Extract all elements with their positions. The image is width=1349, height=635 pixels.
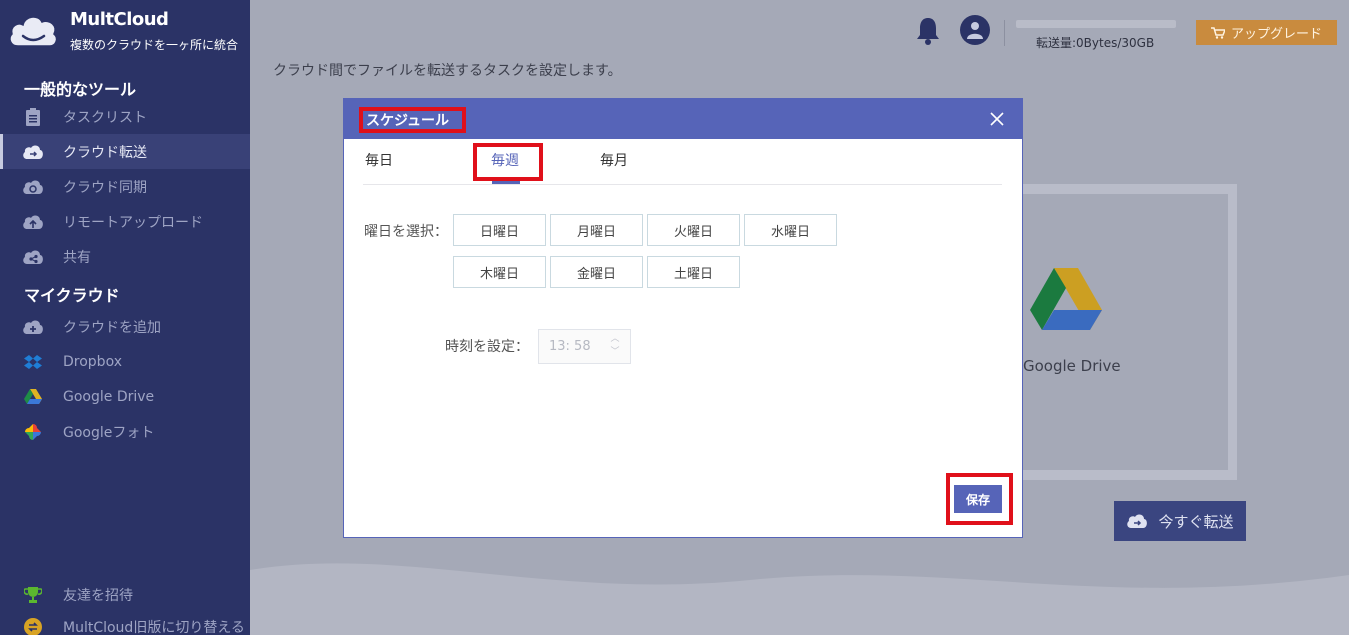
chevron-down-icon[interactable]: ﹀: [610, 346, 620, 359]
target-cloud-card-inner: [1018, 194, 1228, 470]
close-icon[interactable]: [988, 110, 1006, 128]
sidebar-item-add-cloud[interactable]: クラウドを追加: [0, 309, 250, 344]
target-cloud-card[interactable]: [1010, 184, 1237, 480]
section-title-clouds: マイクラウド: [24, 286, 120, 305]
sidebar-item-google-drive[interactable]: Google Drive: [0, 379, 250, 414]
brand-name: MultCloud: [70, 9, 169, 30]
sidebar-item-google-photos[interactable]: Googleフォト: [0, 414, 250, 449]
transfer-now-button[interactable]: 今すぐ転送: [1114, 501, 1246, 541]
quota-progress-bar: [1016, 20, 1176, 28]
google-drive-icon: [1030, 268, 1102, 330]
save-button[interactable]: 保存: [954, 485, 1002, 513]
tab-monthly[interactable]: 毎月: [600, 150, 628, 170]
share-icon: [22, 248, 44, 266]
google-photos-icon: [22, 423, 44, 441]
user-icon: [967, 22, 983, 39]
cloud-transfer-icon: [22, 143, 44, 161]
trophy-icon: [22, 586, 44, 604]
sidebar: MultCloud 複数のクラウドを一ヶ所に統合 一般的なツール タスクリスト …: [0, 0, 250, 635]
sidebar-item-dropbox[interactable]: Dropbox: [0, 344, 250, 379]
user-avatar[interactable]: [960, 15, 990, 45]
cloud-upload-icon: [22, 213, 44, 231]
sidebar-item-share[interactable]: 共有: [0, 239, 250, 274]
weekday-label: 曜日を選択：: [364, 224, 448, 240]
sidebar-item-cloud-sync[interactable]: クラウド同期: [0, 169, 250, 204]
time-input[interactable]: 13: 58 ︿ ﹀: [538, 329, 631, 364]
quota-text: 転送量:0Bytes/30GB: [1036, 36, 1155, 50]
cloud-transfer-icon: [1127, 514, 1148, 528]
google-drive-icon: [22, 388, 44, 406]
dialog-header: スケジュール: [344, 99, 1022, 139]
tab-daily[interactable]: 毎日: [365, 150, 393, 170]
day-button-saturday[interactable]: 土曜日: [647, 256, 740, 288]
schedule-dialog: スケジュール 毎日 毎週 毎月 曜日を選択： 日曜日 月曜日 火曜日 水曜日 木…: [343, 98, 1023, 538]
clipboard-icon: [22, 107, 44, 126]
time-value: 13: 58: [549, 339, 591, 354]
time-label: 時刻を設定：: [445, 339, 529, 355]
brand-tagline: 複数のクラウドを一ヶ所に統合: [70, 38, 239, 52]
add-cloud-icon: [22, 318, 44, 336]
sidebar-item-invite[interactable]: 友達を招待: [0, 577, 250, 612]
page-description: クラウド間でファイルを転送するタスクを設定します。: [273, 63, 622, 79]
topbar-divider: [1004, 20, 1005, 46]
section-title-tools: 一般的なツール: [24, 80, 137, 99]
cart-icon: [1210, 26, 1225, 39]
sidebar-item-cloud-transfer[interactable]: クラウド転送: [0, 134, 250, 169]
sidebar-item-remote-upload[interactable]: リモートアップロード: [0, 204, 250, 239]
dialog-title: スケジュール: [359, 107, 466, 133]
schedule-tabs: 毎日 毎週 毎月: [363, 140, 1002, 185]
day-button-friday[interactable]: 金曜日: [550, 256, 643, 288]
sidebar-item-switch-old[interactable]: MultCloud旧版に切り替える: [0, 609, 250, 635]
dropbox-icon: [22, 353, 44, 371]
day-button-sunday[interactable]: 日曜日: [453, 214, 546, 246]
multcloud-logo-icon: [9, 16, 58, 47]
brand[interactable]: MultCloud 複数のクラウドを一ヶ所に統合: [0, 0, 250, 64]
day-button-thursday[interactable]: 木曜日: [453, 256, 546, 288]
day-button-monday[interactable]: 月曜日: [550, 214, 643, 246]
chevron-up-icon[interactable]: ︿: [610, 333, 620, 346]
tab-weekly-highlight: [473, 143, 543, 181]
cloud-sync-icon: [22, 178, 44, 196]
switch-icon: [22, 617, 44, 635]
sidebar-item-task-list[interactable]: タスクリスト: [0, 99, 250, 134]
notification-bell-icon[interactable]: [915, 16, 941, 46]
background-wave: [250, 563, 1349, 635]
target-cloud-label: Google Drive: [1023, 357, 1121, 375]
time-spinner[interactable]: ︿ ﹀: [610, 333, 620, 361]
day-button-tuesday[interactable]: 火曜日: [647, 214, 740, 246]
tab-active-underline: [492, 181, 520, 184]
day-button-wednesday[interactable]: 水曜日: [744, 214, 837, 246]
upgrade-button[interactable]: アップグレード: [1196, 20, 1337, 45]
